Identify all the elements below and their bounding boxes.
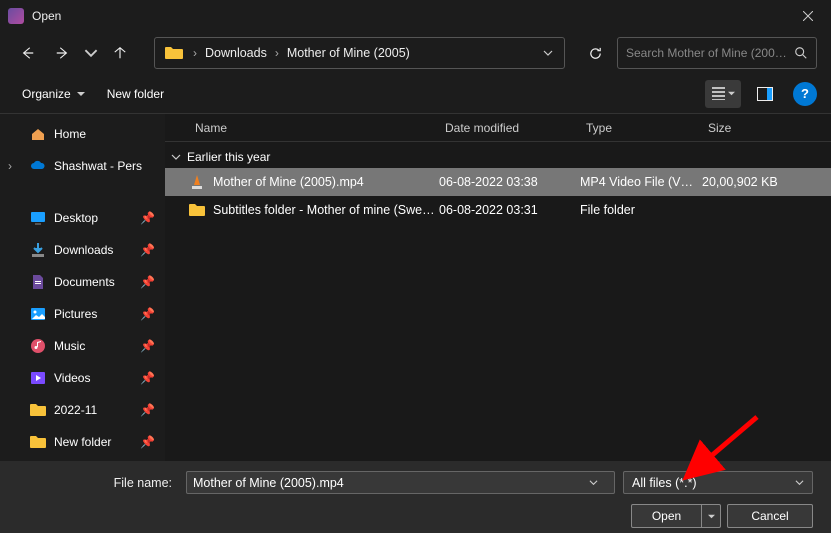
- organize-button[interactable]: Organize: [14, 83, 93, 105]
- navbar: › Downloads › Mother of Mine (2005) Sear…: [0, 32, 831, 74]
- caret-down-icon: [77, 90, 85, 98]
- body: Home › Shashwat - Pers Desktop 📌 Downloa…: [0, 114, 831, 461]
- file-row[interactable]: Mother of Mine (2005).mp4 06-08-2022 03:…: [165, 168, 831, 196]
- video-icon: [30, 370, 46, 386]
- caret-down-icon: [708, 513, 715, 520]
- column-headers: Name Date modified Type Size: [165, 114, 831, 142]
- sidebar-item-home[interactable]: Home: [0, 118, 165, 150]
- search-icon: [794, 46, 808, 60]
- pin-icon: 📌: [140, 243, 155, 257]
- cloud-icon: [30, 158, 46, 174]
- arrow-left-icon: [21, 46, 35, 60]
- breadcrumb-item[interactable]: Downloads: [201, 46, 271, 60]
- history-dropdown[interactable]: [82, 39, 100, 67]
- refresh-icon: [588, 46, 603, 61]
- picture-icon: [30, 306, 46, 322]
- sidebar-item-documents[interactable]: Documents 📌: [0, 266, 165, 298]
- file-list: Name Date modified Type Size Earlier thi…: [165, 114, 831, 461]
- caret-down-icon: [728, 90, 735, 97]
- group-header[interactable]: Earlier this year: [165, 142, 831, 168]
- preview-pane-button[interactable]: [747, 80, 783, 108]
- file-row[interactable]: Subtitles folder - Mother of mine (Swede…: [165, 196, 831, 224]
- pin-icon: 📌: [140, 403, 155, 417]
- column-size[interactable]: Size: [702, 121, 802, 135]
- open-dropdown[interactable]: [702, 513, 720, 520]
- pin-icon: 📌: [140, 307, 155, 321]
- chevron-right-icon: ›: [271, 46, 283, 60]
- pin-icon: 📌: [140, 275, 155, 289]
- breadcrumb-item[interactable]: Mother of Mine (2005): [283, 46, 414, 60]
- address-dropdown[interactable]: [536, 48, 560, 58]
- back-button[interactable]: [14, 39, 42, 67]
- file-name-label: File name:: [18, 476, 178, 490]
- chevron-down-icon: [543, 48, 553, 58]
- chevron-down-icon: [795, 478, 804, 487]
- sidebar-item-pictures[interactable]: Pictures 📌: [0, 298, 165, 330]
- sidebar-item-onedrive[interactable]: › Shashwat - Pers: [0, 150, 165, 182]
- document-icon: [30, 274, 46, 290]
- download-icon: [30, 242, 46, 258]
- sidebar-item-desktop[interactable]: Desktop 📌: [0, 202, 165, 234]
- footer: File name: Mother of Mine (2005).mp4 All…: [0, 461, 831, 533]
- preview-icon: [757, 87, 773, 101]
- list-icon: [711, 87, 726, 100]
- column-name[interactable]: Name: [189, 121, 439, 135]
- pin-icon: 📌: [140, 435, 155, 449]
- forward-button[interactable]: [48, 39, 76, 67]
- sidebar: Home › Shashwat - Pers Desktop 📌 Downloa…: [0, 114, 165, 461]
- chevron-right-icon[interactable]: ›: [8, 159, 12, 173]
- cancel-button[interactable]: Cancel: [727, 504, 813, 528]
- folder-icon: [30, 402, 46, 418]
- close-icon: [803, 11, 813, 21]
- open-dialog: Open › Downloads › Mother of Mine (2005)…: [0, 0, 831, 533]
- desktop-icon: [30, 210, 46, 226]
- open-button[interactable]: Open: [631, 504, 721, 528]
- new-folder-button[interactable]: New folder: [99, 83, 172, 105]
- chevron-down-icon: [589, 478, 598, 487]
- help-button[interactable]: ?: [793, 82, 817, 106]
- chevron-down-icon: [84, 46, 98, 60]
- toolbar: Organize New folder ?: [0, 74, 831, 114]
- close-button[interactable]: [785, 0, 831, 32]
- folder-icon: [165, 46, 183, 60]
- sidebar-item-videos[interactable]: Videos 📌: [0, 362, 165, 394]
- arrow-up-icon: [113, 46, 127, 60]
- column-type[interactable]: Type: [580, 121, 702, 135]
- folder-icon: [189, 202, 205, 218]
- search-placeholder: Search Mother of Mine (200…: [626, 46, 794, 60]
- up-button[interactable]: [106, 39, 134, 67]
- sidebar-item-music[interactable]: Music 📌: [0, 330, 165, 362]
- sidebar-item-downloads[interactable]: Downloads 📌: [0, 234, 165, 266]
- sidebar-item-folder[interactable]: New folder 📌: [0, 426, 165, 458]
- column-date[interactable]: Date modified: [439, 121, 580, 135]
- search-input[interactable]: Search Mother of Mine (200…: [617, 37, 817, 69]
- music-icon: [30, 338, 46, 354]
- address-bar[interactable]: › Downloads › Mother of Mine (2005): [154, 37, 565, 69]
- window-title: Open: [32, 9, 61, 23]
- arrow-right-icon: [55, 46, 69, 60]
- folder-icon: [30, 434, 46, 450]
- file-type-select[interactable]: All files (*.*): [623, 471, 813, 494]
- view-list-button[interactable]: [705, 80, 741, 108]
- home-icon: [30, 126, 46, 142]
- sidebar-item-folder[interactable]: 2022-11 📌: [0, 394, 165, 426]
- file-name-dropdown[interactable]: [578, 478, 608, 487]
- chevron-down-icon: [171, 152, 181, 162]
- titlebar: Open: [0, 0, 831, 32]
- vlc-icon: [189, 174, 205, 190]
- refresh-button[interactable]: [579, 37, 611, 69]
- pin-icon: 📌: [140, 371, 155, 385]
- file-name-input[interactable]: Mother of Mine (2005).mp4: [186, 471, 615, 494]
- pin-icon: 📌: [140, 211, 155, 225]
- chevron-right-icon: ›: [189, 46, 201, 60]
- app-icon: [8, 8, 24, 24]
- pin-icon: 📌: [140, 339, 155, 353]
